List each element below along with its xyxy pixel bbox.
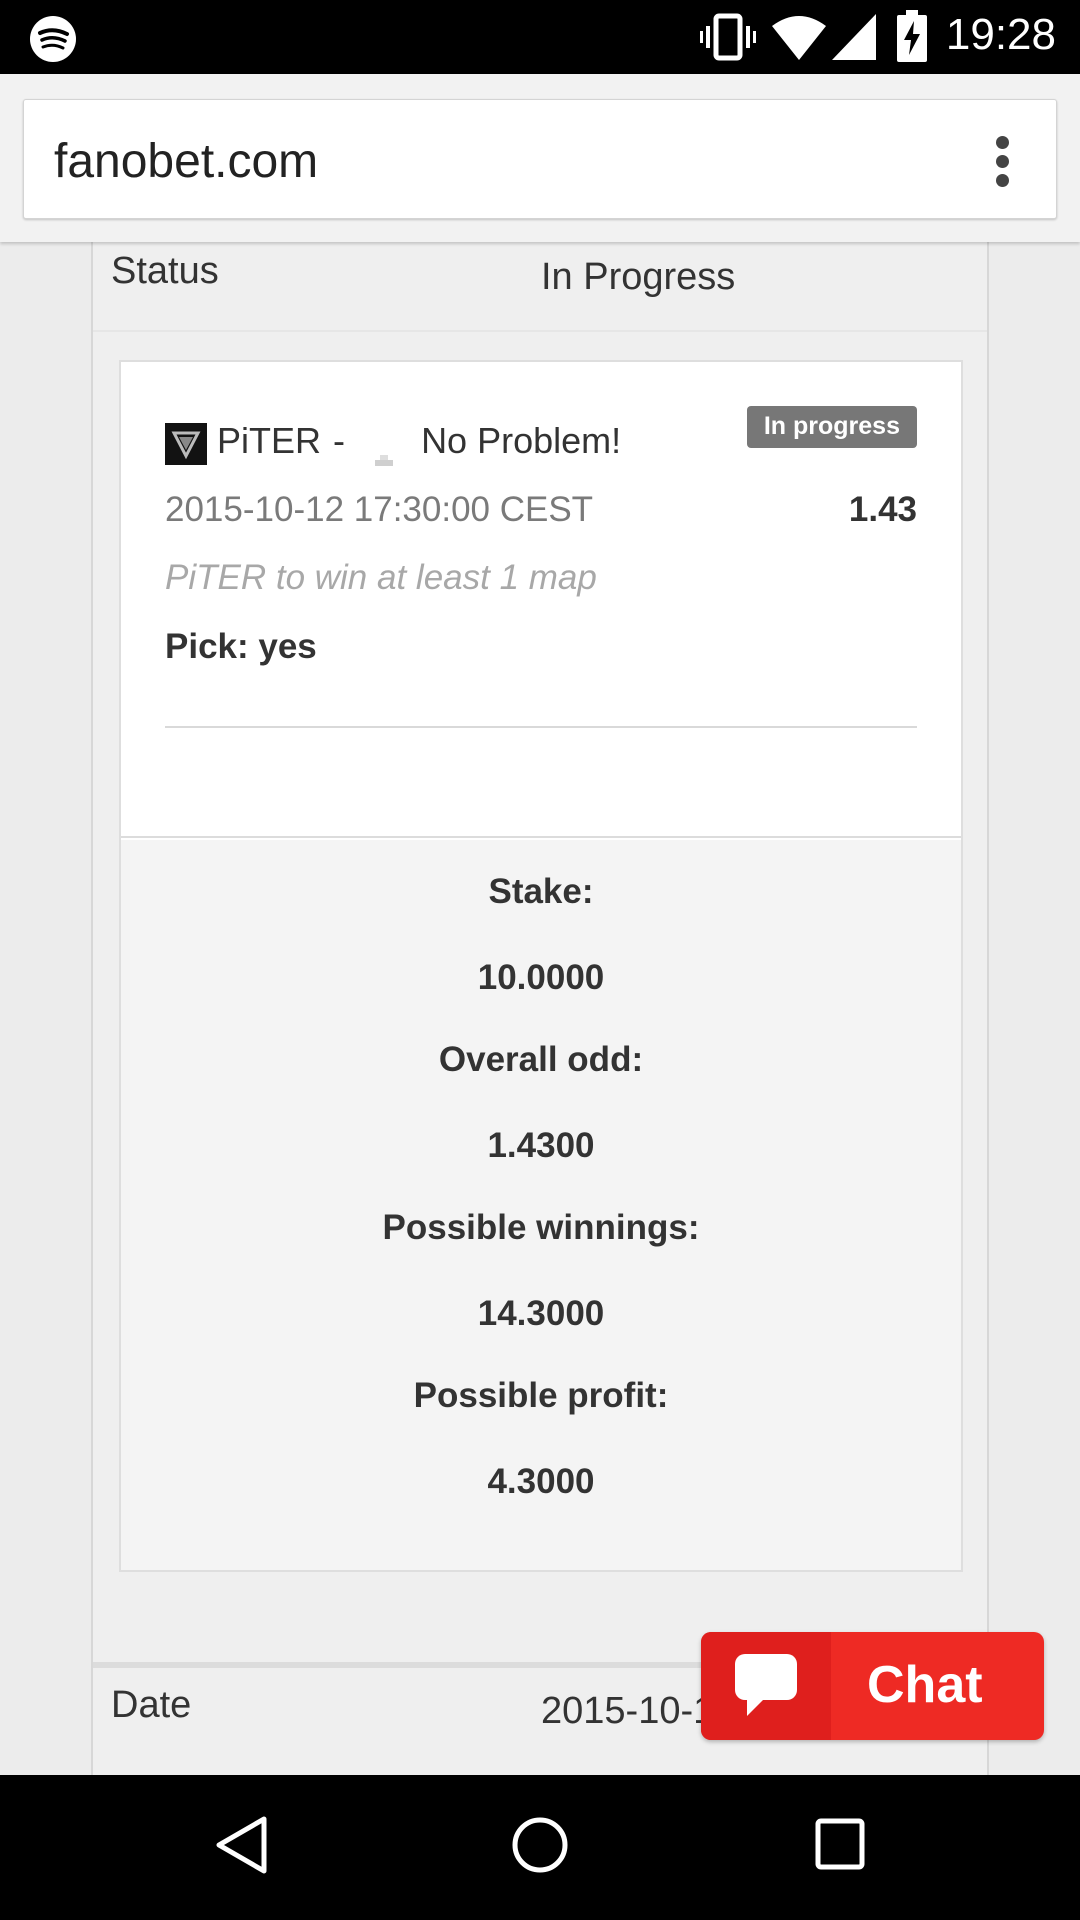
status-row: Status In Progress <box>93 242 987 332</box>
match-teams: PiTER - No Problem! <box>217 420 622 467</box>
cell-signal-icon <box>832 14 876 60</box>
overall-odd-label: Overall odd: <box>438 1040 644 1079</box>
possible-profit-value: 4.3000 <box>487 1462 595 1501</box>
date-label: Date <box>111 1684 192 1726</box>
navigation-bar <box>0 1775 1080 1920</box>
page-content: Status In Progress PiTER - No Problem! I… <box>0 242 1080 1775</box>
bet-detail-panel: Status In Progress PiTER - No Problem! I… <box>91 242 989 1775</box>
team-b-name: No Problem! <box>421 420 622 461</box>
browser-toolbar: fanobet.com <box>0 74 1080 242</box>
match-datetime: 2015-10-12 17:30:00 CEST <box>165 490 594 529</box>
divider <box>165 726 917 728</box>
status-value: In Progress <box>541 256 736 298</box>
bet-card: PiTER - No Problem! In progress 2015-10-… <box>119 360 963 1572</box>
overall-odd-value: 1.4300 <box>487 1126 595 1165</box>
team-separator: - <box>333 420 346 461</box>
url-bar[interactable]: fanobet.com <box>23 99 1057 219</box>
possible-winnings-label: Possible winnings: <box>382 1208 700 1247</box>
recents-icon[interactable] <box>814 1817 866 1871</box>
status-label: Status <box>111 250 219 292</box>
possible-winnings-value: 14.3000 <box>477 1294 605 1333</box>
chat-icon-area[interactable] <box>701 1632 831 1740</box>
spotify-icon <box>30 16 76 62</box>
stake-value: 10.0000 <box>477 958 605 997</box>
more-vert-icon[interactable] <box>994 136 1010 188</box>
chat-label[interactable]: Chat <box>867 1655 983 1715</box>
home-icon[interactable] <box>510 1815 570 1875</box>
wifi-icon <box>772 16 826 60</box>
vibrate-icon <box>700 13 756 61</box>
battery-charging-icon <box>897 10 927 62</box>
date-value: 2015-10-1 <box>541 1690 715 1732</box>
team-a-name: PiTER <box>217 420 322 461</box>
back-icon[interactable] <box>214 1815 268 1875</box>
bet-summary: Stake: 10.0000 Overall odd: 1.4300 Possi… <box>121 840 961 1570</box>
team-b-logo <box>371 435 397 467</box>
chat-button[interactable]: Chat <box>701 1632 1044 1740</box>
bet-selection: PiTER - No Problem! In progress 2015-10-… <box>121 362 961 838</box>
odd-value: 1.43 <box>848 490 917 529</box>
url-text[interactable]: fanobet.com <box>54 134 318 189</box>
possible-profit-label: Possible profit: <box>413 1376 669 1415</box>
bet-pick: Pick: yes <box>165 627 317 666</box>
status-badge: In progress <box>746 406 917 448</box>
clock: 19:28 <box>945 10 1056 59</box>
status-bar: 19:28 <box>0 0 1080 74</box>
chat-bubble-icon <box>735 1654 797 1716</box>
team-logo <box>165 423 207 465</box>
stake-label: Stake: <box>488 872 594 911</box>
bet-market: PiTER to win at least 1 map <box>165 558 597 597</box>
